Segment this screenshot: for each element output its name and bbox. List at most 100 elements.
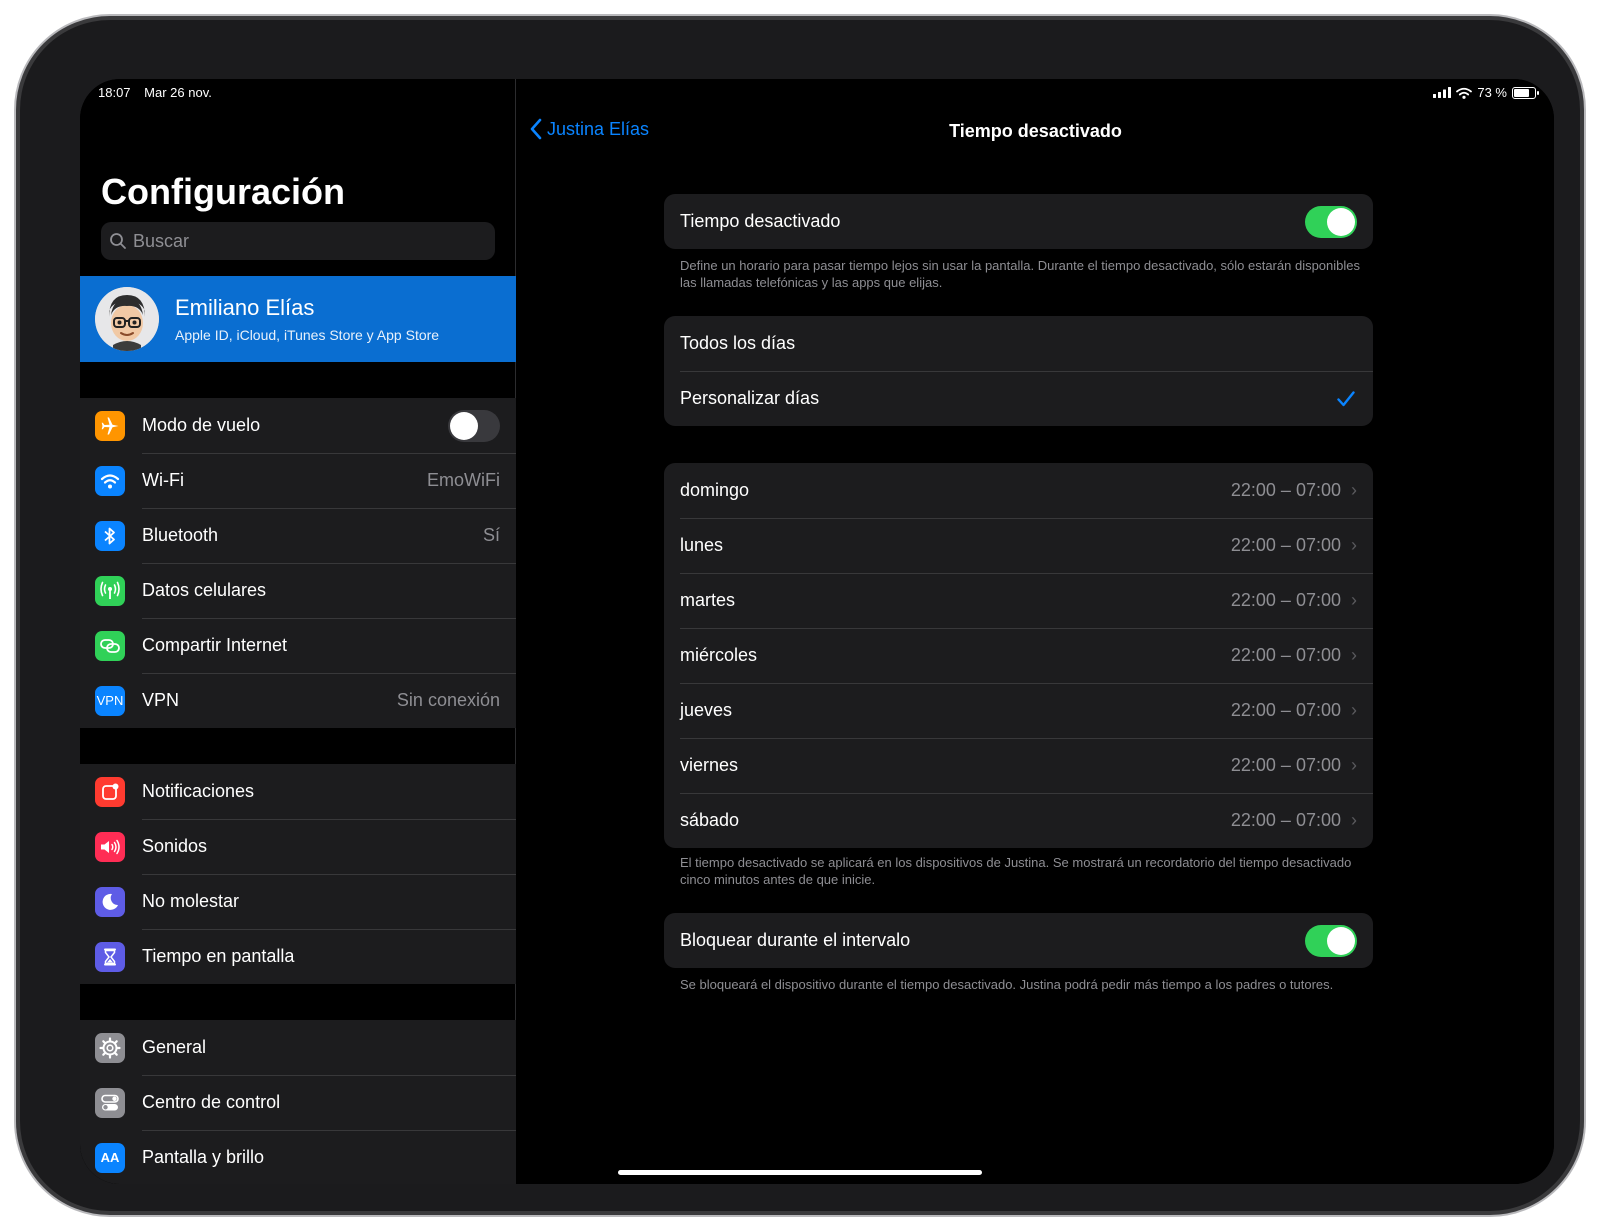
nav-title: Tiempo desactivado [949,121,1122,141]
airplane-icon [95,410,125,441]
battery-level-fill [1514,88,1529,97]
sidebar-item-label: Tiempo en pantalla [142,946,295,966]
bluetooth-status-value: Sí [482,525,500,545]
downtime-card: Tiempo desactivado [664,194,1373,249]
detail-pane: 73 % Justina Elías Tiempo desactivado Ti… [517,79,1554,1184]
sidebar-item-general[interactable]: General [80,1020,516,1075]
profile-name: Emiliano Elías [175,295,315,320]
downtime-label: Tiempo desactivado [680,211,841,231]
profile-subtitle: Apple ID, iCloud, iTunes Store y App Sto… [175,327,440,343]
day-row[interactable]: miércoles 22:00 – 07:00 › [664,628,1373,683]
sidebar-item-bluetooth[interactable]: Bluetooth Sí [80,508,516,563]
day-row[interactable]: jueves 22:00 – 07:00 › [664,683,1373,738]
block-row: Bloquear durante el intervalo [664,913,1373,968]
status-bar-left: 18:07 Mar 26 nov. [98,85,222,100]
sidebar-item-notifications[interactable]: Notificaciones [80,764,516,819]
cellular-signal-icon [1433,87,1452,98]
day-label: jueves [680,700,733,720]
sidebar-item-display[interactable]: AA Pantalla y brillo [80,1130,516,1184]
sidebar-item-cellular[interactable]: Datos celulares [80,563,516,618]
block-card: Bloquear durante el intervalo [664,913,1373,968]
wifi-network-value: EmoWiFi [427,470,500,490]
sidebar-item-label: Pantalla y brillo [142,1147,265,1167]
day-row[interactable]: martes 22:00 – 07:00 › [664,573,1373,628]
vpn-icon: VPN [95,685,125,716]
chevron-right-icon: › [1351,755,1357,775]
wifi-icon [95,465,125,496]
day-time-range: 22:00 – 07:00 [1230,755,1341,775]
settings-group-connectivity: Modo de vuelo Wi-Fi EmoWiFi Bluetooth Sí [80,398,516,728]
day-time-range: 22:00 – 07:00 [1230,590,1341,610]
day-label: viernes [680,755,739,775]
day-time-range: 22:00 – 07:00 [1230,645,1341,665]
bluetooth-icon [95,520,125,551]
block-footnote: Se bloqueará el dispositivo durante el t… [680,977,1334,992]
block-during-interval-toggle[interactable] [1305,924,1357,957]
day-time-range: 22:00 – 07:00 [1230,700,1341,720]
chevron-right-icon: › [1351,810,1357,830]
sidebar-item-vpn[interactable]: VPN VPN Sin conexión [80,673,516,728]
day-time-range: 22:00 – 07:00 [1230,810,1341,830]
home-indicator[interactable] [618,1170,982,1175]
settings-sidebar: 18:07 Mar 26 nov. Configuración Buscar E… [80,79,516,1184]
avatar [95,287,159,351]
chevron-right-icon: › [1351,535,1357,555]
search-input[interactable]: Buscar [101,222,495,260]
search-icon [110,233,126,249]
status-bar-right: 73 % [1433,85,1539,100]
days-footnote: El tiempo desactivado se aplicará en los… [680,855,1352,887]
hotspot-icon [95,630,125,661]
day-row[interactable]: domingo 22:00 – 07:00 › [664,463,1373,518]
day-label: lunes [680,535,724,555]
sidebar-item-label: Bluetooth [142,525,219,545]
sidebar-item-airplane-mode[interactable]: Modo de vuelo [80,398,516,453]
sidebar-item-wifi[interactable]: Wi-Fi EmoWiFi [80,453,516,508]
sidebar-item-sounds[interactable]: Sonidos [80,819,516,874]
day-label: sábado [680,810,740,830]
sidebar-item-label: Notificaciones [142,781,255,801]
profile-row[interactable]: Emiliano Elías Apple ID, iCloud, iTunes … [80,276,516,362]
day-label: martes [680,590,736,610]
display-icon: AA [95,1142,125,1173]
battery-icon [1512,86,1539,99]
day-row[interactable]: viernes 22:00 – 07:00 › [664,738,1373,793]
notifications-icon [95,776,125,807]
days-card: domingo 22:00 – 07:00 › lunes 22:00 – 07… [664,463,1373,848]
airplane-mode-toggle[interactable] [448,409,500,442]
search-placeholder: Buscar [133,230,190,251]
schedule-option-label: Personalizar días [680,388,820,408]
sidebar-item-label: General [142,1037,207,1057]
wifi-status-icon [1456,87,1473,99]
switches-icon [95,1087,125,1118]
settings-group-notifications: Notificaciones Sonidos No molestar Tiemp… [80,764,516,984]
speaker-icon [95,831,125,862]
day-time-range: 22:00 – 07:00 [1230,535,1341,555]
day-time-range: 22:00 – 07:00 [1230,480,1341,500]
ipad-frame: 18:07 Mar 26 nov. Configuración Buscar E… [14,14,1586,1217]
status-date: Mar 26 nov. [144,85,212,100]
schedule-card: Todos los días Personalizar días [664,316,1373,426]
vpn-status-value: Sin conexión [396,690,500,710]
schedule-option-custom-days[interactable]: Personalizar días [664,371,1373,426]
schedule-option-every-day[interactable]: Todos los días [664,316,1373,371]
settings-group-general: General Centro de control AA Pantalla y … [80,1020,516,1184]
gear-icon [95,1032,125,1063]
schedule-option-label: Todos los días [680,333,796,353]
hourglass-icon [95,941,125,972]
sidebar-item-screen-time[interactable]: Tiempo en pantalla [80,929,516,984]
sidebar-item-do-not-disturb[interactable]: No molestar [80,874,516,929]
day-row[interactable]: sábado 22:00 – 07:00 › [664,793,1373,848]
checkmark-icon [1337,390,1355,406]
antenna-icon [95,575,125,606]
downtime-row: Tiempo desactivado [664,194,1373,249]
sidebar-item-hotspot[interactable]: Compartir Internet [80,618,516,673]
sidebar-item-label: Centro de control [142,1092,281,1112]
moon-icon [95,886,125,917]
day-row[interactable]: lunes 22:00 – 07:00 › [664,518,1373,573]
downtime-toggle[interactable] [1305,205,1357,238]
sidebar-item-label: Modo de vuelo [142,415,261,435]
sidebar-item-label: Compartir Internet [142,635,288,655]
sidebar-item-control-center[interactable]: Centro de control [80,1075,516,1130]
sidebar-item-label: No molestar [142,891,240,911]
day-label: domingo [680,480,750,500]
